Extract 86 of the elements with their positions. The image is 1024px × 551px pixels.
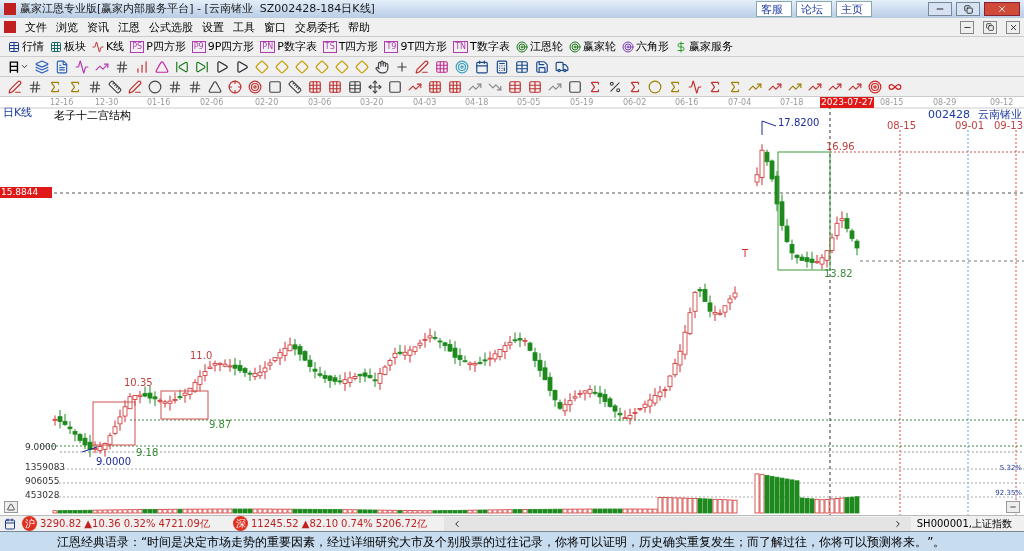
index-change: ▲82.10 [301,517,339,531]
period-dropdown[interactable]: 日 [8,60,29,73]
toolbar-button[interactable]: 赢家服务 [674,40,733,53]
price-annotation: 16.96 [826,141,855,152]
toolbar-button[interactable]: 六角形 [621,40,669,53]
toolbar-button[interactable]: TS T四方形 [322,40,379,53]
toolbar-button[interactable]: P9 9P四方形 [191,40,255,53]
toolbar-button[interactable]: T9 9T四方形 [384,40,448,53]
header-link[interactable]: 论坛 [796,1,832,17]
date-tick: 07-04 [728,97,752,108]
volume-label: 453028 [25,490,60,501]
toolbar-button[interactable]: 行情 [8,40,44,53]
volume-label: 1359083 [25,462,66,473]
price-annotation: T [742,248,749,259]
index-change: ▲10.36 [84,517,121,531]
date-tick: 06-16 [675,97,699,108]
price-annotation: 17.8200 [778,117,820,128]
date-tick: 05-19 [570,97,594,108]
price-annotation: 10.35 [124,377,153,388]
toolbar-button[interactable]: 板块 [50,40,86,53]
badge-icon: PS [130,40,145,53]
toolbar-button[interactable]: PS P四方形 [130,40,186,53]
date-tick: 01-16 [147,97,171,108]
badge-icon: T9 [384,40,399,53]
menu-item[interactable]: 公式选股 [149,21,193,33]
badge-icon: TN [453,40,469,53]
index-price: 11245.52 [251,517,299,531]
badge-icon: PN [260,40,276,53]
menu-item[interactable]: 交易委托 [295,21,339,33]
date-tick: 04-03 [413,97,437,108]
menu-item[interactable]: 资讯 [87,21,109,33]
toolbar-button[interactable]: PN P数字表 [260,40,317,53]
exchange-badge: 沪 [22,516,37,531]
date-tick: 08-29 [933,97,957,108]
menu-item[interactable]: 文件 [25,21,47,33]
menu-item[interactable]: 窗口 [264,21,286,33]
menu-item[interactable]: 设置 [202,21,224,33]
menu-item[interactable]: 工具 [233,21,255,33]
date-tick: 03-20 [360,97,384,108]
date-tick: 12-16 [50,97,74,108]
menu-item[interactable]: 帮助 [348,21,370,33]
date-tick: 04-18 [465,97,489,108]
price-annotation: 11.0 [190,350,213,361]
exchange-badge: 深 [233,516,248,531]
date-tick: 07-18 [780,97,804,108]
quote-text: 江恩经典语录：“时间是决定市场走势的重要因素，经过详细研究大市及个别股票的过往记录，你将可以证明，历史确实重复发生；而了解过往，你将可以预测将来。”。 [57,533,946,551]
window-title: 赢家江恩专业版[赢家内部服务平台] - [云南锗业 SZ002428-184日K线] [20,0,375,17]
price-annotation: 09-13 [994,120,1024,131]
price-annotation: 9.0000 [96,456,131,467]
date-tick: 02-20 [255,97,279,108]
price-annotation: 9.87 [209,419,232,430]
index-amount: 5206.72亿 [375,517,428,531]
chart-title: 老子十二宫结构 [54,108,131,124]
date-tick: 12-30 [95,97,119,108]
price-label: 15.8844 [0,187,52,198]
index-price: 3290.82 [40,517,82,531]
toolbar-button[interactable]: K线 [92,40,125,53]
badge-icon: TS [322,40,337,53]
toolbar-button[interactable]: TN T数字表 [453,40,510,53]
date-tick: 06-02 [623,97,647,108]
index-amount: 4721.09亿 [158,517,210,531]
price-label: 9.0000 [25,442,57,453]
toolbar-button[interactable]: 江恩轮 [515,40,563,53]
price-annotation: 9.18 [136,447,159,458]
index-symbol: SH000001,上证指数 [916,517,1013,531]
menu-item[interactable]: 江恩 [118,21,140,33]
price-annotation: 08-15 [887,120,917,131]
header-link[interactable]: 客服 [756,1,792,17]
stock-name: 云南锗业 [978,107,1022,121]
date-tick: 03-06 [308,97,332,108]
badge-icon: P9 [191,40,206,53]
menu-item[interactable]: 浏览 [56,21,78,33]
date-tick: 08-15 [880,97,904,108]
period-label: 日K线 [3,107,33,119]
date-tick: 2023-07-27 [820,97,875,108]
stock-code: 002428 [928,107,970,121]
header-link[interactable]: 主页 [836,1,872,17]
date-tick: 02-06 [200,97,224,108]
date-tick: 05-05 [517,97,541,108]
index-percent: 0.74% [341,517,373,531]
volume-label: 906055 [25,476,60,487]
date-tick: 09-12 [990,97,1014,108]
price-annotation: 13.82 [824,268,853,279]
price-annotation: 09-01 [955,120,985,131]
toolbar-button[interactable]: 赢家轮 [568,40,616,53]
index-percent: 0.32% [123,517,156,531]
